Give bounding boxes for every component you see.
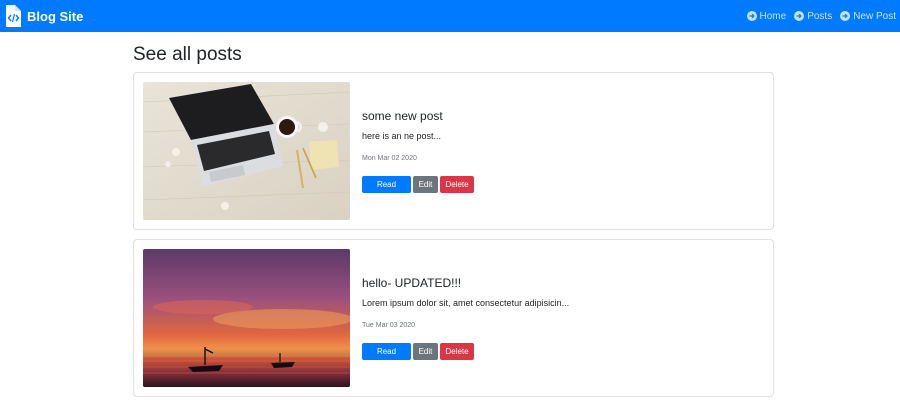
navbar: Blog Site Home Posts New Post: [0, 0, 900, 32]
post-date: Mon Mar 02 2020: [362, 155, 417, 162]
read-more-button[interactable]: Read More: [362, 176, 411, 206]
arrow-circle-right-icon: [794, 11, 805, 21]
post-card: some new post here is an ne post... Mon …: [133, 72, 774, 230]
delete-button[interactable]: Delete: [440, 176, 474, 193]
read-more-button[interactable]: Read More: [362, 343, 411, 373]
sunset-boats-image: [143, 249, 350, 387]
edit-button[interactable]: Edit: [413, 176, 438, 193]
post-excerpt: Lorem ipsum dolor sit, amet consectetur …: [362, 298, 570, 308]
post-image: [143, 249, 350, 387]
post-card: hello- UPDATED!!! Lorem ipsum dolor sit,…: [133, 239, 774, 397]
post-title[interactable]: some new post: [362, 109, 443, 123]
nav-link-new-post[interactable]: New Post: [840, 11, 896, 22]
post-excerpt: here is an ne post...: [362, 131, 442, 141]
nav-link-posts[interactable]: Posts: [794, 11, 832, 22]
nav-link-label: New Post: [853, 10, 896, 22]
page-title: See all posts: [133, 44, 242, 65]
delete-button[interactable]: Delete: [440, 343, 474, 360]
post-date: Tue Mar 03 2020: [362, 322, 416, 329]
post-title[interactable]: hello- UPDATED!!!: [362, 276, 461, 290]
brand-name: Blog Site: [27, 8, 84, 24]
nav-links: Home Posts New Post: [739, 0, 896, 32]
post-image: [143, 82, 350, 220]
post-actions: Read More Edit Delete: [362, 176, 476, 206]
nav-link-label: Home: [759, 10, 787, 22]
file-code-icon: [6, 5, 21, 27]
edit-button[interactable]: Edit: [413, 343, 438, 360]
brand-link[interactable]: Blog Site: [5, 4, 83, 28]
arrow-circle-right-icon: [840, 11, 851, 21]
nav-link-label: Posts: [807, 10, 833, 22]
arrow-circle-right-icon: [746, 11, 757, 21]
post-actions: Read More Edit Delete: [362, 343, 476, 373]
nav-link-home[interactable]: Home: [746, 10, 787, 22]
laptop-on-desk-image: [143, 82, 350, 220]
